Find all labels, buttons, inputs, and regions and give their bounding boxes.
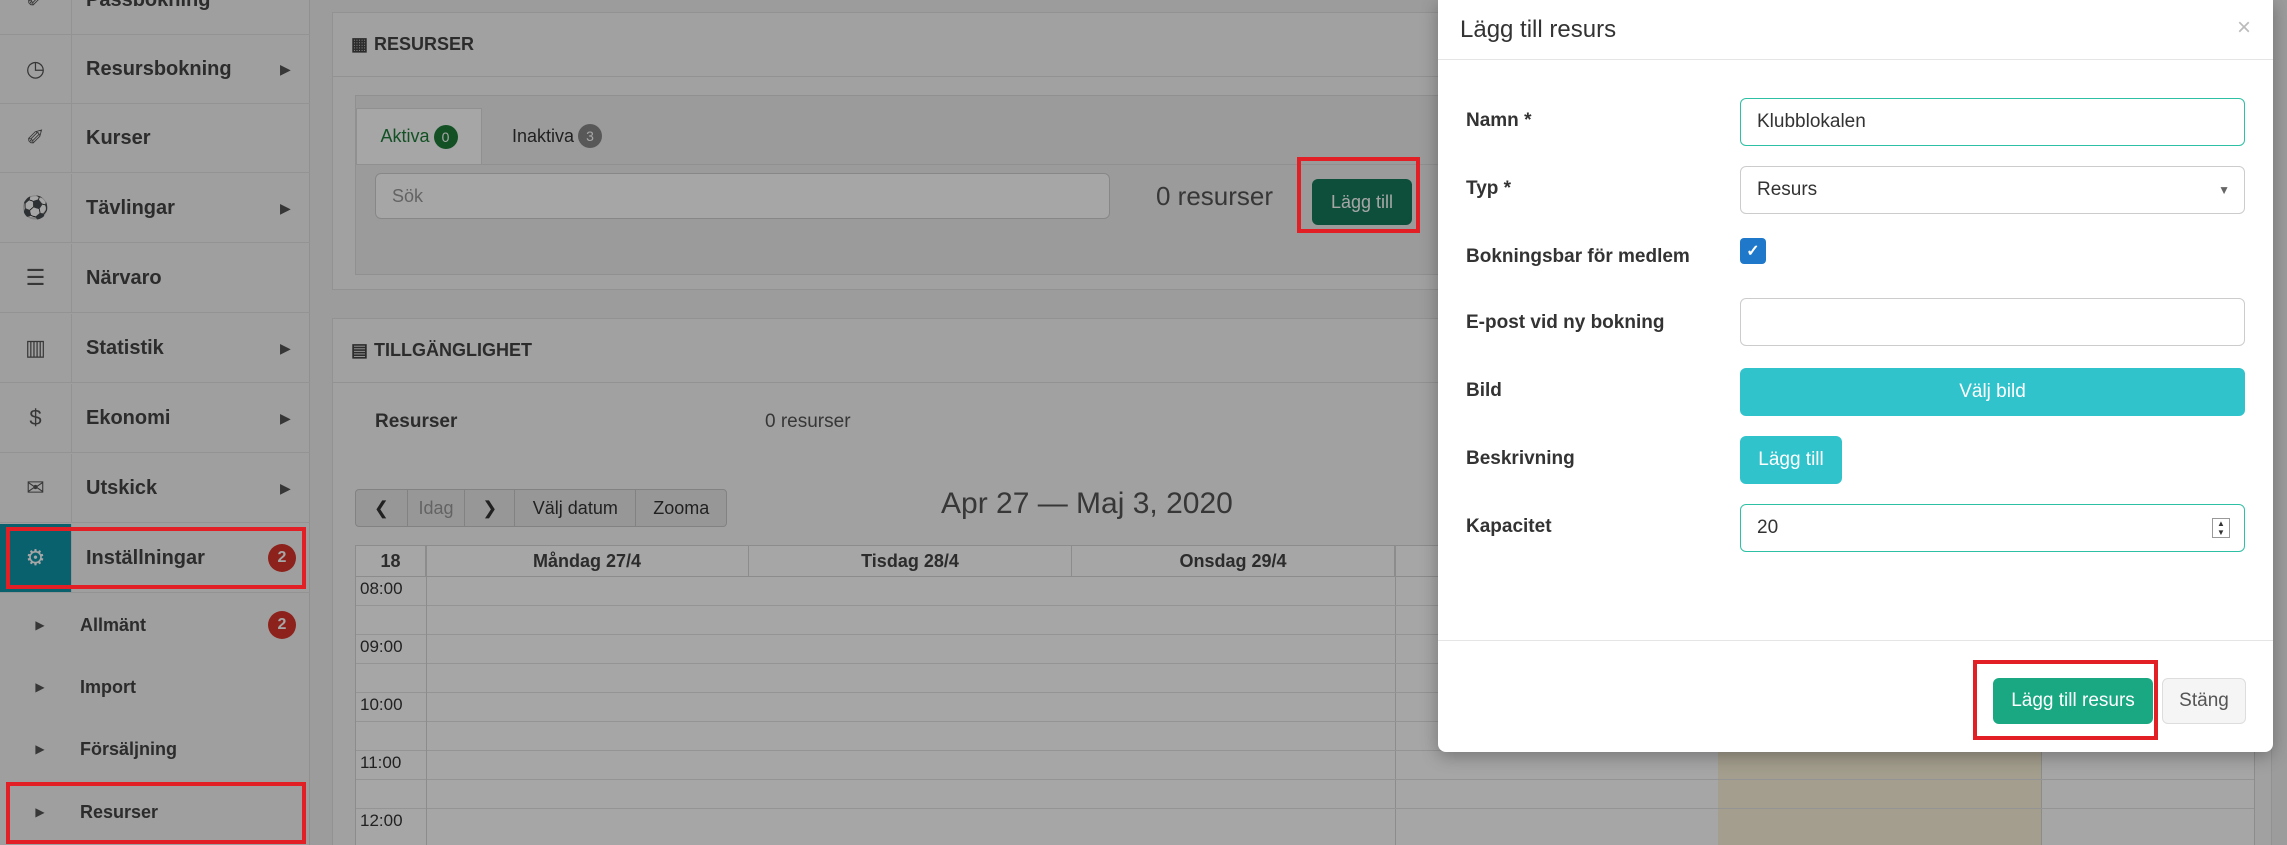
email-field[interactable]: [1740, 298, 2245, 346]
close-button[interactable]: Stäng: [2162, 678, 2246, 724]
type-label: Typ *: [1466, 178, 1512, 199]
caret-down-icon: ▼: [2218, 183, 2230, 197]
close-icon[interactable]: ×: [2237, 14, 2251, 42]
capacity-value: 20: [1757, 517, 1779, 538]
submit-resource-button[interactable]: Lägg till resurs: [1993, 678, 2153, 724]
capacity-stepper[interactable]: 20 ▲ ▼: [1740, 504, 2245, 552]
choose-image-button[interactable]: Välj bild: [1740, 368, 2245, 416]
description-label: Beskrivning: [1466, 448, 1575, 469]
bookable-checkbox[interactable]: ✓: [1740, 238, 1766, 264]
spinner-icon[interactable]: ▲ ▼: [2212, 518, 2230, 538]
email-label: E-post vid ny bokning: [1466, 312, 1665, 333]
name-label: Namn *: [1466, 110, 1532, 131]
image-label: Bild: [1466, 380, 1502, 401]
capacity-label: Kapacitet: [1466, 516, 1552, 537]
add-description-button[interactable]: Lägg till: [1740, 436, 1842, 484]
modal-title: Lägg till resurs: [1460, 15, 1617, 43]
modal-header: Lägg till resurs: [1438, 0, 2273, 60]
name-field[interactable]: Klubblokalen: [1740, 98, 2245, 146]
type-select[interactable]: Resurs ▼: [1740, 166, 2245, 214]
modal-footer-divider: [1438, 640, 2273, 641]
add-resource-modal: Lägg till resurs × Namn * Klubblokalen T…: [1438, 0, 2273, 752]
type-select-value: Resurs: [1757, 179, 1818, 200]
bookable-label: Bokningsbar för medlem: [1466, 246, 1690, 267]
